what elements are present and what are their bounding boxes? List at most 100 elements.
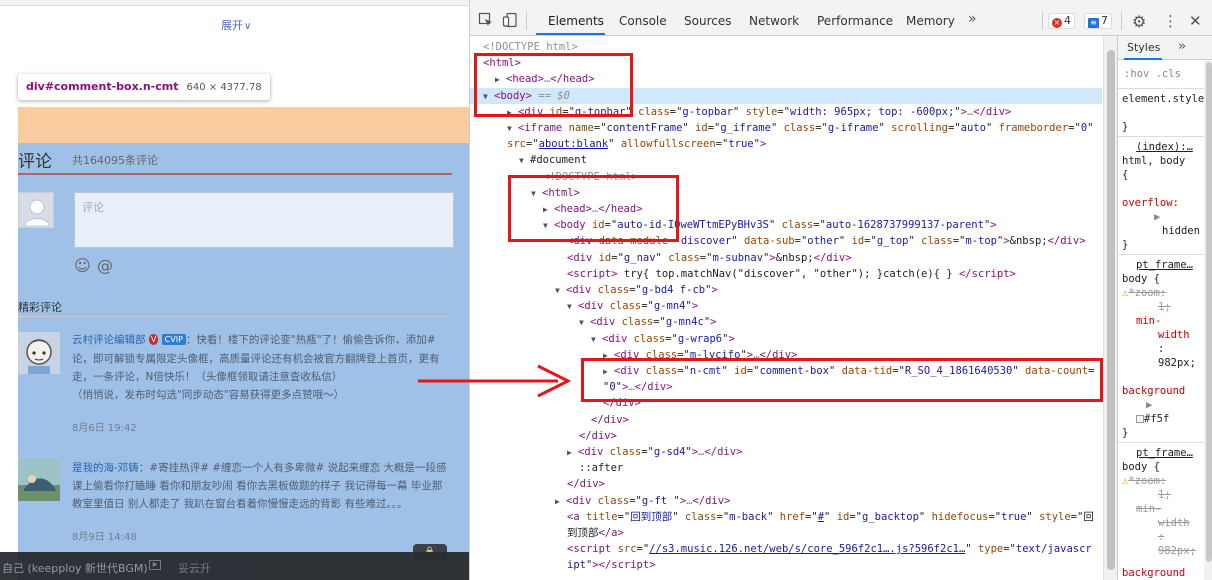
styles-divider <box>1118 442 1212 443</box>
css-declaration[interactable]: ⚠*zoom: <box>1122 474 1166 488</box>
dom-node-line[interactable]: ▼ <div class="g-mn4"> <box>470 298 698 314</box>
styles-filter[interactable]: :hov .cls <box>1124 67 1181 81</box>
scrollbar-thumb[interactable] <box>1206 62 1212 562</box>
dom-node-line[interactable]: 到顶部</a> <box>470 525 624 541</box>
dom-node-line[interactable]: ▶ <div class="g-sd4">…</div> <box>470 444 742 460</box>
dom-node-line[interactable]: <script src="//s3.music.126.net/web/s/co… <box>470 541 1092 557</box>
css-property[interactable]: min- <box>1136 314 1161 328</box>
kebab-menu-icon[interactable]: ⋮ <box>1163 12 1178 30</box>
css-value[interactable]: #f5f <box>1136 412 1169 426</box>
at-mention-icon[interactable]: @ <box>97 256 113 275</box>
dom-node-text: ▼ <div class="g-mn4"> <box>567 300 699 313</box>
dom-node-text: <div id="g_nav" class="m-subnav">&nbsp;<… <box>567 251 852 264</box>
mv-icon[interactable]: ▶ <box>149 560 161 570</box>
gear-icon[interactable]: ⚙ <box>1132 12 1146 31</box>
dom-node-line[interactable]: <div id="g_nav" class="m-subnav">&nbsp;<… <box>470 250 852 266</box>
avatar[interactable] <box>18 459 60 501</box>
avatar[interactable] <box>18 332 60 374</box>
dom-node-line[interactable]: <a title="回到顶部" class="m-back" href="#" … <box>470 509 1094 525</box>
dom-node-line[interactable]: ▼ <div class="g-bd4 f-cb"> <box>470 282 718 298</box>
player-collect[interactable]: 妥云升 <box>178 560 211 576</box>
dom-node-line[interactable]: ▶ <div class="g-ft ">…</div> <box>470 493 730 509</box>
dom-node-line[interactable]: ipt"></script> <box>470 557 656 573</box>
dom-node-text: ipt"></script> <box>567 559 656 572</box>
dom-node-line[interactable]: ▼ <div class="g-mn4c"> <box>470 314 716 330</box>
inspect-element-icon[interactable] <box>478 12 494 28</box>
css-property[interactable]: background <box>1122 384 1185 398</box>
message-count-badge[interactable]: ≡ 7 <box>1084 13 1112 29</box>
css-property[interactable]: background <box>1122 566 1185 580</box>
comment-time: 8月6日 19:42 <box>72 423 137 434</box>
error-count-badge[interactable]: × 4 <box>1048 13 1075 29</box>
dom-node-line[interactable]: ▼ <div class="g-wrap6"> <box>470 331 735 347</box>
toolbar-divider <box>1121 12 1122 30</box>
rule-source-link[interactable]: pt_frame… <box>1136 258 1193 272</box>
styles-header: Styles » <box>1118 36 1212 60</box>
rule-source-link[interactable]: (index):… <box>1136 140 1193 154</box>
comment-input[interactable]: 评论 <box>74 192 454 248</box>
element-style-rule[interactable]: element.style { <box>1122 92 1212 106</box>
player-song-title[interactable]: 自己 (keepploy 新世代BGM) <box>2 560 148 576</box>
close-icon[interactable]: ✕ <box>1189 12 1202 30</box>
scrollbar-thumb[interactable] <box>1107 50 1115 570</box>
tab-sources[interactable]: Sources <box>684 14 731 28</box>
comment-placeholder: 评论 <box>82 201 104 214</box>
dom-node-line[interactable]: ::after <box>470 460 623 476</box>
comment-line: 教室里值日 别人都走了 我趴在窗台看着你慢慢走远的背影 有些难过。。。 <box>72 498 408 510</box>
comment-line: 课上偷看你打瞌睡 看你和朋友吵闹 看你去黑板做题的样子 我记得每一幕 毕业那 <box>72 480 443 492</box>
dom-node-line[interactable]: </div> <box>470 412 629 428</box>
css-property: width <box>1158 329 1190 341</box>
css-value[interactable]: 982px; <box>1158 356 1196 370</box>
dom-node-line[interactable]: ▼ #document <box>470 152 587 168</box>
dom-tree[interactable]: <!DOCTYPE html> <html> ▶ <head>…</head> ▼ <bo… <box>470 36 1102 580</box>
annotation-box-comment-box <box>581 358 1103 402</box>
device-toolbar-icon[interactable] <box>502 12 518 28</box>
css-value: 1; <box>1158 489 1171 501</box>
more-tabs-icon[interactable]: » <box>968 11 977 27</box>
styles-tab-indicator <box>1124 58 1162 60</box>
css-value[interactable]: hidden <box>1162 224 1200 238</box>
dom-node-text: ▶ <div class="g-ft ">…</div> <box>555 494 731 507</box>
rule-selector: html, body <box>1122 155 1186 167</box>
dom-scrollbar[interactable] <box>1103 36 1117 580</box>
annotation-box-outer-html <box>474 53 633 117</box>
rule-close: } <box>1122 239 1129 251</box>
dom-node-text: ▼ <div class="g-mn4c"> <box>579 316 717 329</box>
tab-elements[interactable]: Elements <box>548 14 604 28</box>
tab-styles[interactable]: Styles <box>1127 41 1160 54</box>
comment-user[interactable]: 云村评论编辑部 <box>72 334 146 346</box>
css-declaration[interactable]: ⚠*zoom: <box>1122 286 1166 300</box>
dom-node-line[interactable]: </div> <box>470 428 617 444</box>
css-property[interactable]: min- <box>1136 502 1161 516</box>
dom-node-line[interactable]: </div> <box>470 476 605 492</box>
styles-scrollbar[interactable] <box>1204 60 1212 580</box>
dom-node-line[interactable]: ▼ <iframe name="contentFrame" id="g_ifram… <box>470 120 1093 136</box>
dom-node-line[interactable]: src="about:blank" allowfullscreen="true"… <box>470 136 766 152</box>
comment-user[interactable]: 是我的海-邓铸 <box>72 462 139 474</box>
tab-network[interactable]: Network <box>749 14 799 28</box>
comments-title-rule <box>18 173 452 175</box>
tab-console[interactable]: Console <box>619 14 667 28</box>
rule-source-link[interactable]: pt_frame… <box>1136 446 1193 460</box>
tab-memory[interactable]: Memory <box>906 14 955 28</box>
css-colon: : <box>1158 343 1165 355</box>
comment-text: 云村评论编辑部 V CVIP ：快看！楼下的评论变"热瓶"了！偷偷告诉你，添加# <box>72 332 457 349</box>
emoji-icon[interactable]: ☺ <box>74 256 91 275</box>
tab-performance[interactable]: Performance <box>817 14 893 28</box>
message-count: 7 <box>1101 14 1108 27</box>
comment-time: 8月9日 14:48 <box>72 532 137 543</box>
verified-icon: V <box>148 334 159 345</box>
expand-toggle[interactable]: 展开∨ <box>221 17 251 33</box>
more-panes-icon[interactable]: » <box>1178 39 1186 54</box>
color-swatch-icon[interactable] <box>1136 415 1144 423</box>
styles-divider <box>1118 254 1212 255</box>
styles-pane: Styles » :hov .cls element.style { } (in… <box>1117 36 1212 580</box>
dom-node-text: ▼ #document <box>519 154 587 167</box>
css-property: width <box>1158 517 1190 529</box>
rule-close: } <box>1122 427 1129 439</box>
css-property[interactable]: overflow: <box>1122 196 1179 210</box>
dom-node-line[interactable]: <script> try{ top.matchNav("discover", "… <box>470 266 1016 282</box>
expand-arrow-icon[interactable]: ▶ <box>1154 210 1160 224</box>
css-colon: : <box>1158 531 1165 543</box>
expand-arrow-icon[interactable]: ▶ <box>1146 398 1152 412</box>
